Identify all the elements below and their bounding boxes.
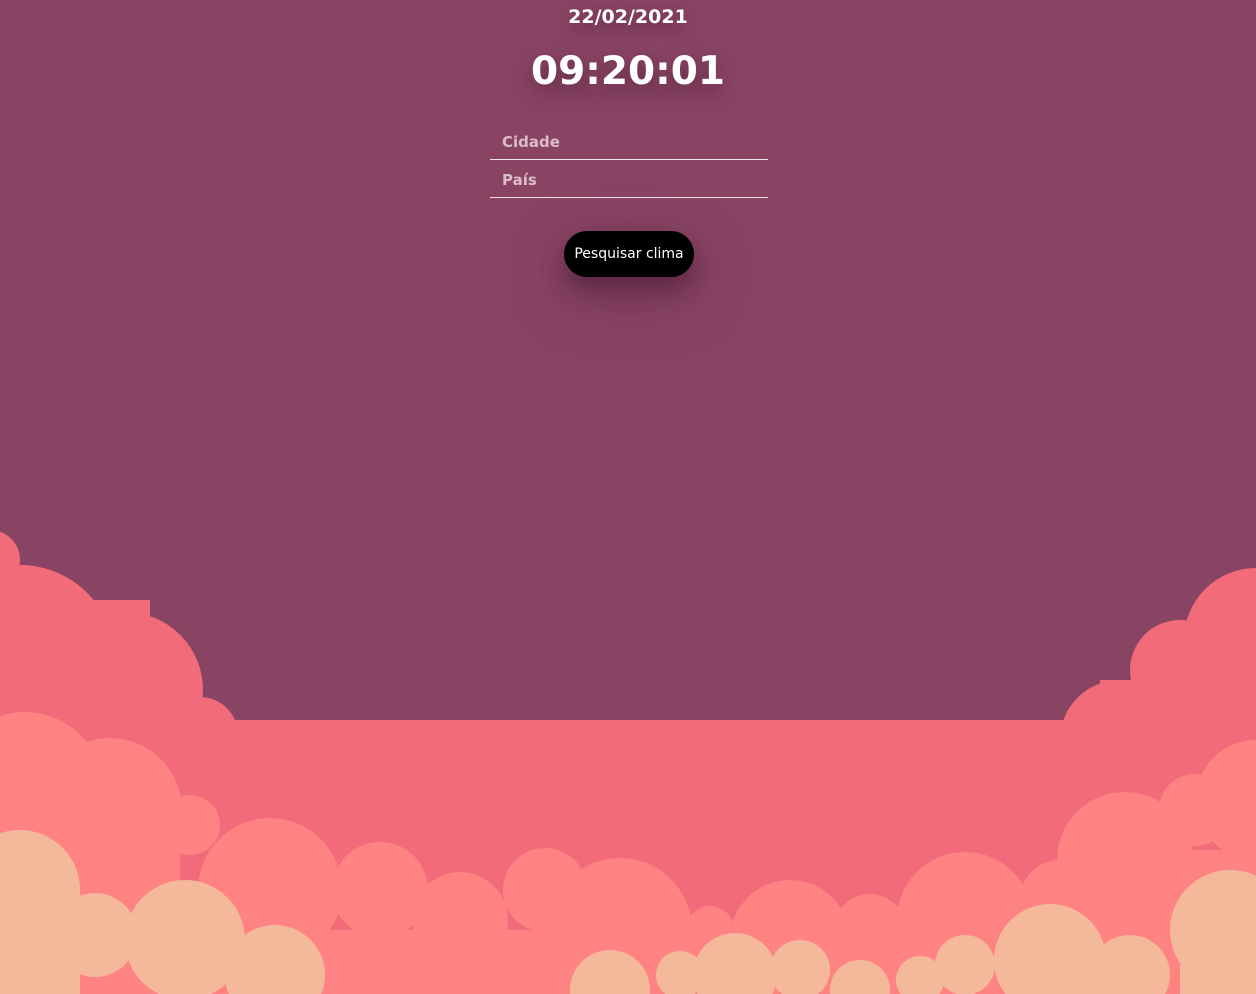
- search-weather-button[interactable]: Pesquisar clima: [564, 231, 694, 277]
- city-input[interactable]: [490, 124, 768, 160]
- weather-page: 22/02/2021 09:20:01 Pesquisar clima: [0, 0, 1256, 994]
- current-date: 22/02/2021: [568, 6, 688, 28]
- country-input[interactable]: [490, 162, 768, 198]
- current-time: 09:20:01: [530, 49, 725, 94]
